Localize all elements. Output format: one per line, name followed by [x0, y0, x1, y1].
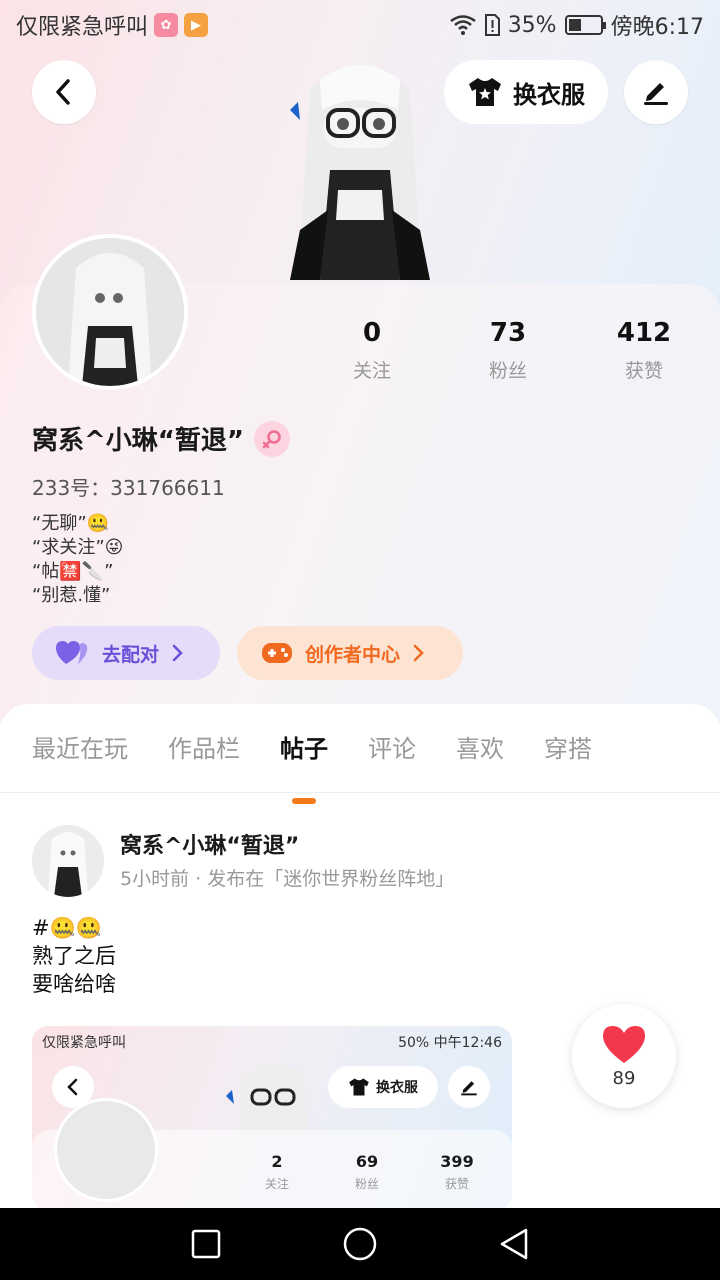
- post-author-name[interactable]: 窝系^小琳“暂退”: [120, 828, 299, 860]
- avatar-image: [36, 238, 184, 386]
- pen-icon: [644, 83, 668, 105]
- back-nav-icon[interactable]: [499, 1228, 529, 1260]
- change-outfit-button[interactable]: 换衣服: [444, 60, 608, 124]
- sim-alert-icon: [484, 14, 500, 36]
- change-outfit-label: 换衣服: [513, 80, 585, 109]
- back-button[interactable]: [32, 60, 96, 124]
- home-icon[interactable]: [343, 1227, 377, 1261]
- match-button[interactable]: 去配对: [32, 626, 220, 680]
- screenshot-avatar: [54, 1098, 158, 1202]
- battery-icon: [564, 15, 606, 35]
- chevron-right-icon: [172, 644, 183, 662]
- screenshot-stats: 2 关注 69 粉丝 399 获赞: [264, 1152, 474, 1191]
- hearts-icon: [56, 641, 88, 664]
- tab-likes[interactable]: 喜欢: [456, 720, 504, 792]
- screenshot-outfit-button: 换衣服: [328, 1066, 438, 1108]
- user-id: 233号：331766611: [32, 476, 225, 500]
- tab-recently-played[interactable]: 最近在玩: [32, 720, 128, 792]
- stat-likes[interactable]: 412 获赞: [576, 318, 712, 383]
- wifi-icon: [449, 15, 476, 35]
- battery-percent: 35%: [507, 12, 557, 38]
- screenshot-status-left: 仅限紧急呼叫: [42, 1035, 126, 1051]
- female-icon: [253, 420, 290, 457]
- app-notification-icon: ✿: [154, 13, 179, 37]
- post-meta: 5小时前 · 发布在「迷你世界粉丝阵地」: [120, 868, 455, 890]
- avatar-figure[interactable]: [280, 50, 440, 284]
- gamepad-icon: [262, 643, 292, 663]
- video-app-icon: ▶: [184, 13, 209, 37]
- tab-works[interactable]: 作品栏: [168, 720, 240, 792]
- edit-profile-button[interactable]: [624, 60, 688, 124]
- tab-outfits[interactable]: 穿搭: [544, 720, 592, 792]
- chevron-right-icon: [413, 644, 424, 662]
- post-author-avatar[interactable]: [32, 825, 104, 897]
- screenshot-pen-icon: [448, 1066, 490, 1108]
- profile-stats: 0 关注 73 粉丝 412 获赞: [304, 318, 712, 383]
- stat-followers[interactable]: 73 粉丝: [440, 318, 576, 383]
- carrier-text: 仅限紧急呼叫: [16, 15, 149, 40]
- profile-bio: “无聊”🤐 “求关注”😜 “帖🈲🔪” “别惹.懂”: [32, 513, 124, 606]
- heart-icon: [603, 1025, 645, 1063]
- screenshot-status-right: 50% 中午12:46: [398, 1035, 502, 1051]
- tab-posts[interactable]: 帖子: [280, 720, 328, 792]
- stat-following[interactable]: 0 关注: [304, 318, 440, 383]
- status-bar: 仅限紧急呼叫 ✿ ▶ 35% 傍晚6:17: [0, 0, 720, 50]
- like-button[interactable]: 89: [572, 1004, 676, 1108]
- creator-center-button[interactable]: 创作者中心: [237, 626, 463, 680]
- clock: 傍晚6:17: [610, 15, 704, 40]
- profile-tabs: 最近在玩 作品栏 帖子 评论 喜欢 穿搭: [0, 720, 720, 792]
- profile-avatar[interactable]: [32, 234, 188, 390]
- tshirt-icon: [469, 78, 501, 106]
- system-navigation-bar: [0, 1208, 720, 1280]
- profile-username: 窝系^小琳“暂退”: [32, 420, 290, 457]
- tabs-divider: [0, 792, 720, 793]
- post-image[interactable]: 仅限紧急呼叫 50% 中午12:46 换衣服 2 关注 69 粉丝 399 获赞: [32, 1026, 512, 1210]
- like-count: 89: [612, 1067, 636, 1089]
- post-body[interactable]: #🤐🤐 熟了之后 要啥给啥: [32, 914, 116, 998]
- tab-comments[interactable]: 评论: [368, 720, 416, 792]
- recents-icon[interactable]: [191, 1229, 221, 1259]
- chevron-left-icon: [56, 79, 70, 105]
- screenshot-figure: [226, 1062, 308, 1136]
